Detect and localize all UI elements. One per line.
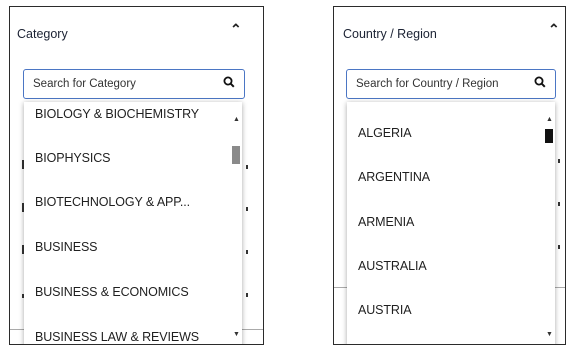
category-scroll-thumb[interactable] — [232, 146, 240, 164]
category-filter-panel: Category ⌃ Search for Category BIOLOGY &… — [9, 6, 264, 345]
scroll-down-arrow-icon[interactable]: ▼ — [546, 331, 553, 338]
divider — [555, 287, 565, 288]
country-search-input[interactable]: Search for Country / Region — [346, 69, 556, 99]
search-icon[interactable] — [222, 75, 236, 89]
background-list-mark — [246, 165, 248, 169]
background-list-mark — [558, 202, 560, 206]
country-search-placeholder: Search for Country / Region — [356, 78, 499, 90]
category-option[interactable]: BUSINESS — [35, 240, 98, 254]
divider — [242, 329, 263, 330]
country-option[interactable]: ALGERIA — [358, 126, 412, 140]
chevron-up-icon[interactable]: ⌃ — [230, 21, 242, 38]
category-search-input[interactable]: Search for Category — [23, 69, 245, 99]
category-option[interactable]: BUSINESS LAW & REVIEWS — [35, 330, 199, 344]
background-list-mark — [246, 293, 248, 297]
divider — [10, 329, 24, 330]
category-option[interactable]: BUSINESS & ECONOMICS — [35, 285, 189, 299]
category-title: Category — [17, 27, 68, 41]
category-search-placeholder: Search for Category — [33, 78, 136, 90]
chevron-up-icon[interactable]: ⌃ — [548, 21, 560, 38]
scroll-down-arrow-icon[interactable]: ▼ — [233, 331, 240, 338]
search-icon[interactable] — [533, 75, 547, 89]
category-scrollbar[interactable]: ▲ ▼ — [231, 104, 240, 344]
background-list-mark — [558, 245, 560, 249]
category-dropdown-list: BIOLOGY & BIOCHEMISTRY BIOPHYSICS BIOTEC… — [24, 102, 242, 344]
country-option[interactable]: AUSTRIA — [358, 303, 412, 317]
background-list-mark — [558, 159, 560, 163]
scroll-up-arrow-icon[interactable]: ▲ — [233, 116, 240, 123]
country-dropdown-list: ALGERIA ARGENTINA ARMENIA AUSTRALIA AUST… — [347, 102, 555, 344]
country-filter-panel: Country / Region ⌃ Search for Country / … — [333, 6, 566, 345]
country-scrollbar[interactable]: ▲ ▼ — [544, 104, 553, 344]
country-scroll-thumb[interactable] — [545, 129, 553, 143]
country-option[interactable]: ARMENIA — [358, 215, 414, 229]
category-option[interactable]: BIOPHYSICS — [35, 151, 111, 165]
scroll-up-arrow-icon[interactable]: ▲ — [546, 116, 553, 123]
category-option[interactable]: BIOLOGY & BIOCHEMISTRY — [35, 107, 199, 121]
background-list-mark — [246, 250, 248, 254]
country-option[interactable]: AUSTRALIA — [358, 259, 427, 273]
background-list-mark — [246, 207, 248, 211]
divider — [334, 287, 347, 288]
country-option[interactable]: ARGENTINA — [358, 170, 430, 184]
country-title: Country / Region — [343, 27, 437, 41]
category-option[interactable]: BIOTECHNOLOGY & APP... — [35, 195, 190, 209]
